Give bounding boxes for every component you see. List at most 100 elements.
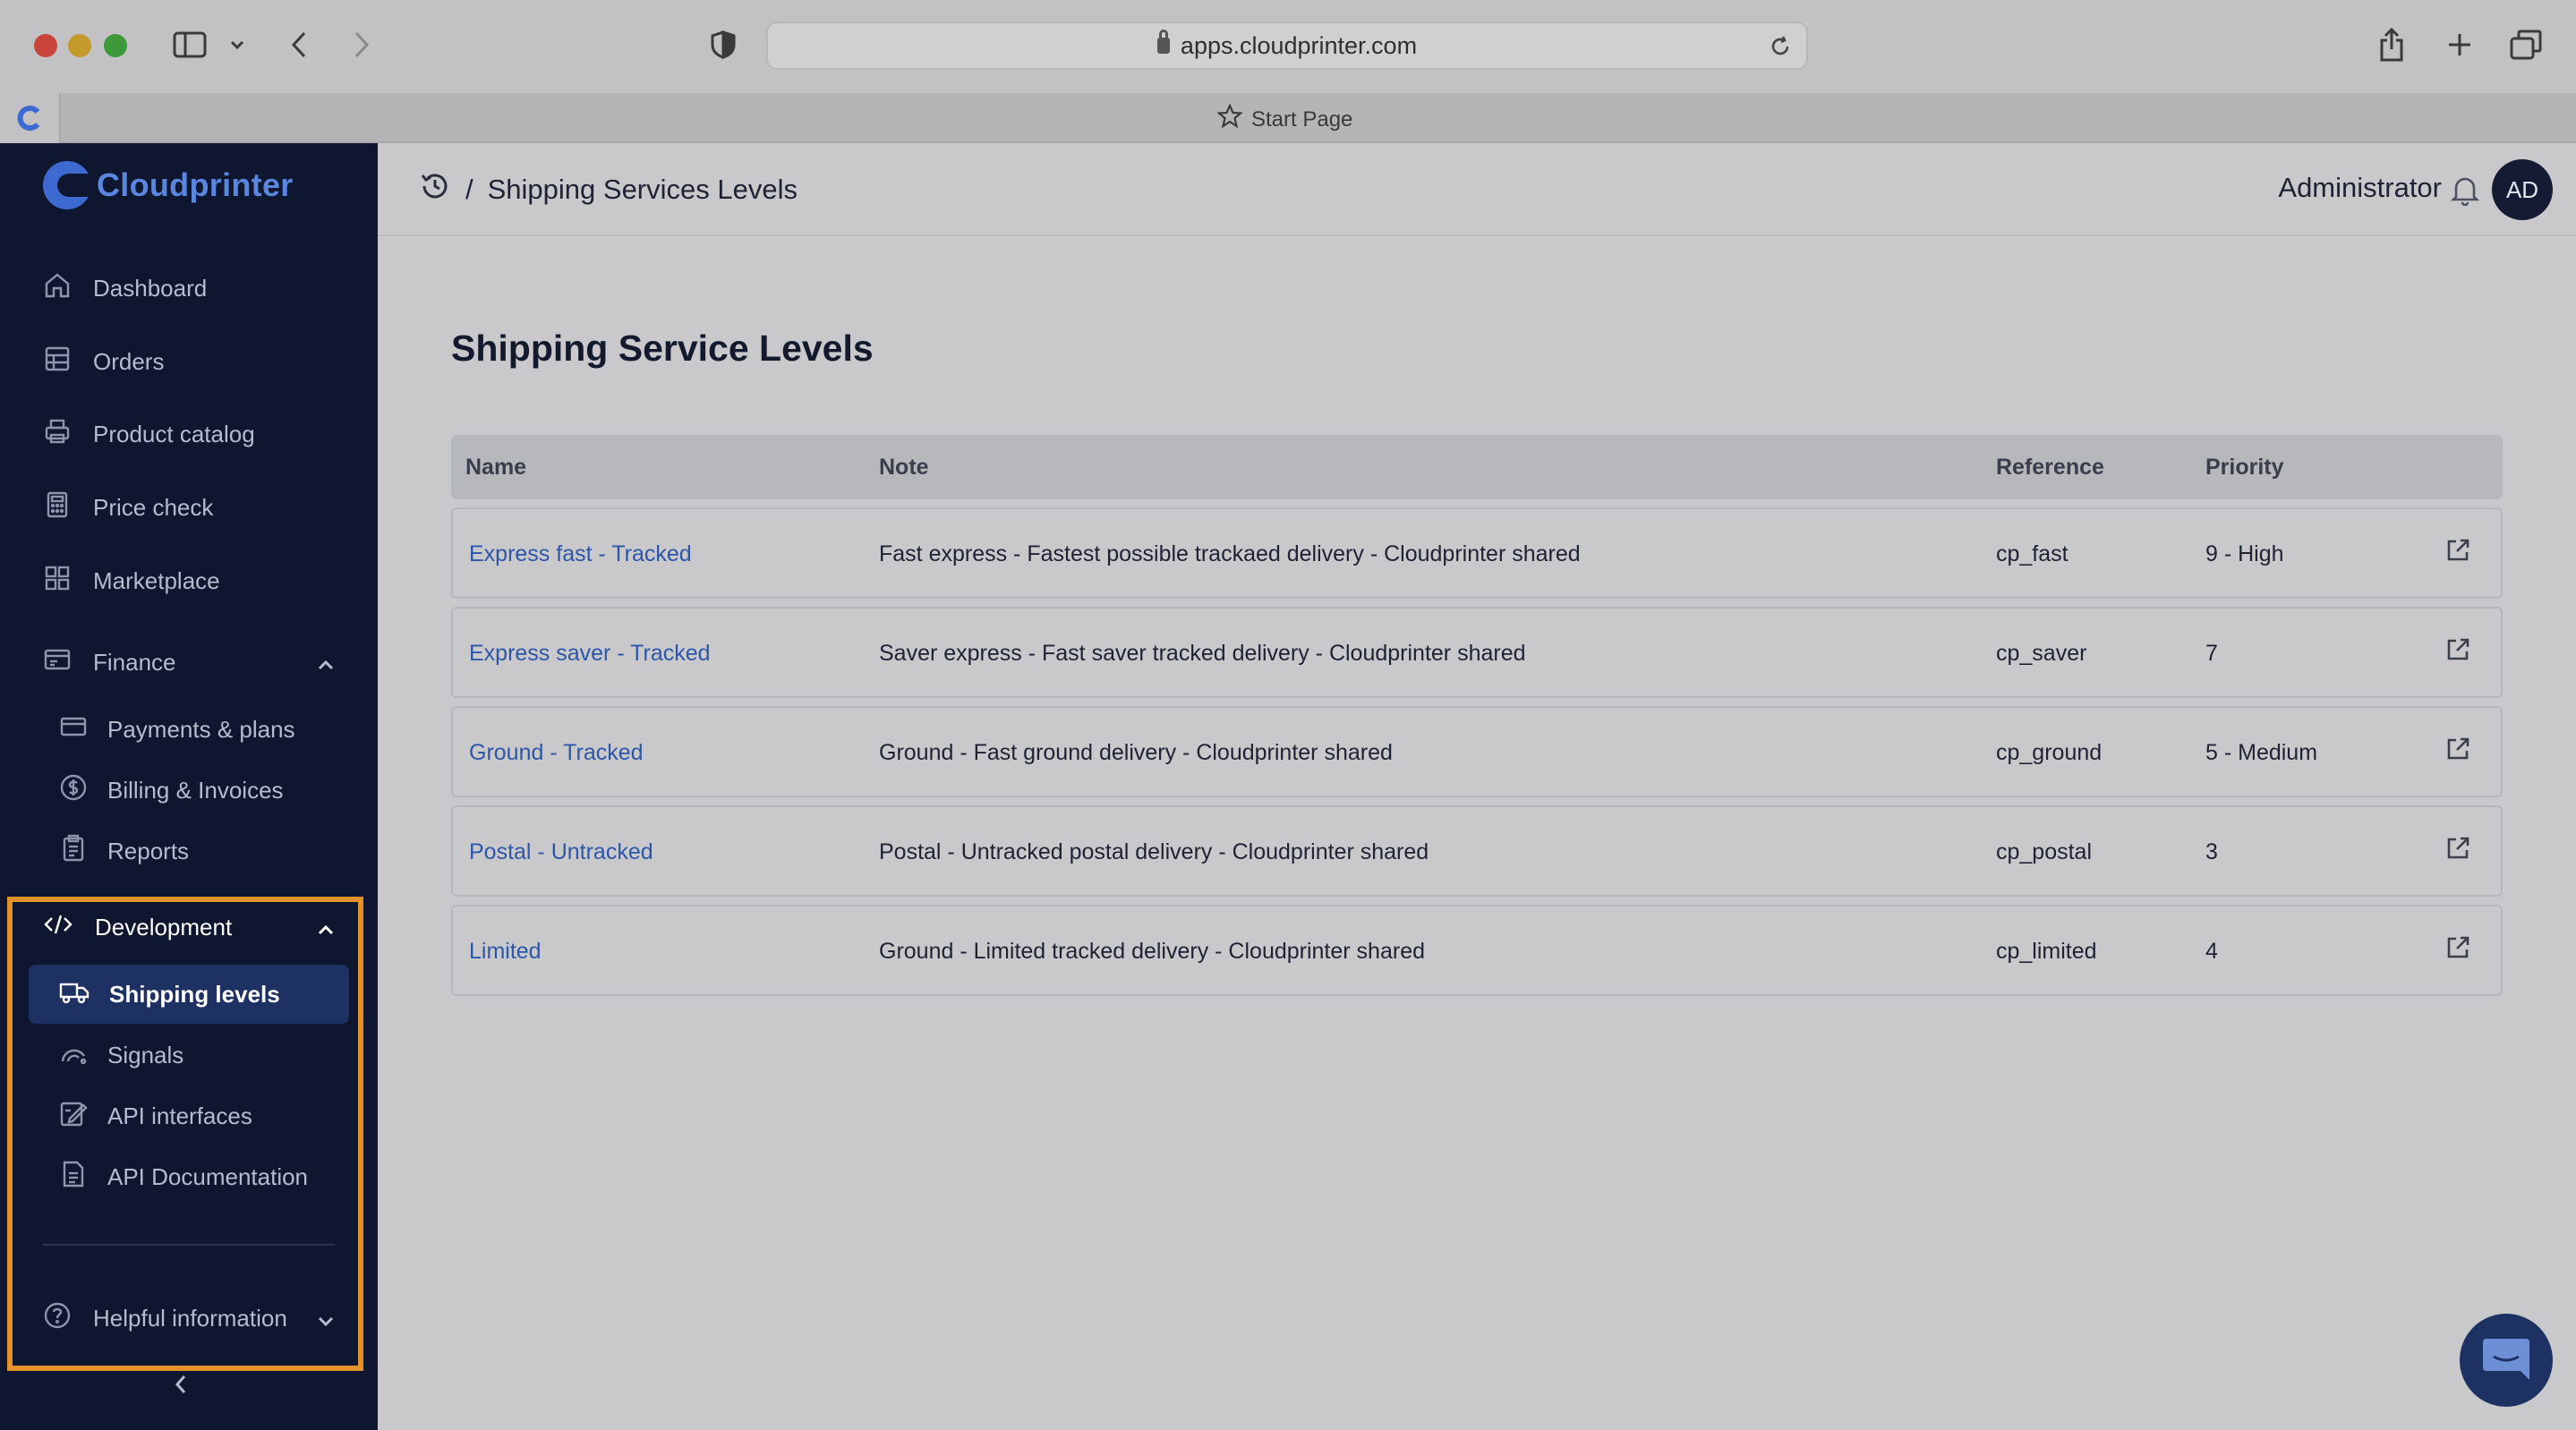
sidebar-toggle-icon[interactable] [170,25,209,64]
row-reference: cp_limited [1996,939,2097,964]
breadcrumb-separator: / [465,174,473,205]
address-bar[interactable]: apps.cloudprinter.com [766,21,1808,70]
url-text: apps.cloudprinter.com [1180,31,1418,59]
card-icon [59,712,88,747]
cloudprinter-favicon-icon[interactable] [0,93,61,143]
sidebar-item-payments-plans[interactable]: Payments & plans [59,707,295,752]
column-header-priority: Priority [2205,455,2284,480]
sidebar-item-marketplace[interactable]: Marketplace [43,558,220,603]
sidebar-item-billing-invoices[interactable]: Billing & Invoices [59,768,284,813]
sidebar-item-label: Development [95,913,233,941]
cloudprinter-logo[interactable]: Cloudprinter [43,161,294,209]
catalog-icon [43,417,72,452]
row-priority: 3 [2205,839,2218,864]
sidebar-item-label: API interfaces [107,1102,252,1129]
table-row[interactable]: Express saver - Tracked Saver express - … [451,607,2503,698]
reload-icon[interactable] [1769,35,1792,64]
sidebar-item-api-interfaces[interactable]: API interfaces [59,1094,252,1138]
marketplace-icon [43,564,72,599]
chevron-up-icon[interactable] [317,914,335,941]
sidebar-item-label: Dashboard [93,274,208,302]
logo-text: Cloudprinter [97,166,294,203]
row-name-link[interactable]: Express saver - Tracked [469,641,711,667]
page-title: Shipping Service Levels [451,328,874,369]
forward-icon[interactable] [345,25,378,64]
sidebar-item-label: Billing & Invoices [107,776,284,804]
row-reference: cp_saver [1996,641,2087,666]
table-row[interactable]: Ground - Tracked Ground - Fast ground de… [451,706,2503,797]
sidebar-item-product-catalog[interactable]: Product catalog [43,412,255,456]
chat-support-button[interactable] [2460,1314,2553,1407]
top-header: / Shipping Services Levels Administrator… [378,143,2576,236]
new-tab-icon[interactable] [2442,25,2478,64]
truck-icon [59,977,90,1012]
sidebar-item-label: Helpful information [93,1304,287,1332]
sidebar-item-helpful-information[interactable]: Helpful information [43,1296,335,1341]
logo-mark-icon [43,161,91,209]
user-name[interactable]: Administrator [2278,172,2442,204]
row-note: Fast express - Fastest possible trackaed… [879,541,1581,566]
shield-icon[interactable] [705,25,741,64]
sidebar-item-label: Marketplace [93,566,220,594]
minimize-window-button[interactable] [68,34,91,57]
external-link-icon[interactable] [2445,538,2470,567]
help-icon [43,1301,72,1336]
sidebar-item-dashboard[interactable]: Dashboard [43,266,207,311]
close-window-button[interactable] [34,34,57,57]
sidebar-item-reports[interactable]: Reports [59,829,189,873]
sidebar-item-finance[interactable]: Finance [43,640,335,685]
report-icon [59,834,88,869]
external-link-icon[interactable] [2445,836,2470,865]
tab-start-page[interactable]: Start Page [1216,103,1353,135]
avatar[interactable]: AD [2492,159,2553,220]
sidebar-item-label: Orders [93,347,165,375]
sidebar-item-label: Product catalog [93,420,255,447]
sidebar-divider [43,1244,335,1246]
share-icon[interactable] [2374,25,2410,64]
sidebar-item-label: Reports [107,837,190,864]
chevron-up-icon[interactable] [317,649,335,677]
browser-toolbar: apps.cloudprinter.com [0,0,2576,93]
external-link-icon[interactable] [2445,637,2470,667]
sidebar-item-shipping-levels[interactable]: Shipping levels [59,972,280,1017]
table-row[interactable]: Limited Ground - Limited tracked deliver… [451,905,2503,996]
sidebar-item-label: Shipping levels [109,980,280,1008]
external-link-icon[interactable] [2445,935,2470,965]
doc-icon [59,1160,88,1195]
tab-title: Start Page [1251,106,1353,132]
row-name-link[interactable]: Postal - Untracked [469,839,653,865]
zoom-window-button[interactable] [104,34,127,57]
sidebar-item-signals[interactable]: Signals [59,1033,183,1077]
calculator-icon [43,490,72,525]
history-icon[interactable] [419,170,451,209]
row-priority: 7 [2205,641,2218,666]
chat-icon [2481,1335,2531,1386]
collapse-sidebar-icon[interactable] [172,1373,190,1400]
row-note: Ground - Fast ground delivery - Cloudpri… [879,740,1393,765]
bell-icon[interactable] [2450,174,2480,210]
tab-overview-icon[interactable] [2506,25,2546,64]
row-priority: 9 - High [2205,541,2284,566]
back-icon[interactable] [283,25,315,64]
chevron-down-icon[interactable] [317,1305,335,1332]
dollar-icon [59,773,88,808]
code-icon [43,910,73,945]
sidebar-item-development[interactable]: Development [43,905,335,949]
external-link-icon[interactable] [2445,736,2470,766]
row-name-link[interactable]: Ground - Tracked [469,740,644,766]
row-priority: 4 [2205,939,2218,964]
chevron-down-icon[interactable] [226,25,249,64]
sidebar-item-api-documentation[interactable]: API Documentation [59,1154,308,1199]
row-note: Postal - Untracked postal delivery - Clo… [879,839,1429,864]
table-row[interactable]: Express fast - Tracked Fast express - Fa… [451,507,2503,599]
sidebar-item-orders[interactable]: Orders [43,339,164,384]
row-name-link[interactable]: Express fast - Tracked [469,541,692,567]
api-icon [59,1099,88,1134]
sidebar-item-label: Price check [93,493,214,521]
table-row[interactable]: Postal - Untracked Postal - Untracked po… [451,805,2503,897]
sidebar-item-label: API Documentation [107,1162,309,1190]
row-reference: cp_postal [1996,839,2093,864]
row-name-link[interactable]: Limited [469,939,542,965]
column-header-note: Note [879,455,929,480]
sidebar-item-price-check[interactable]: Price check [43,485,213,530]
